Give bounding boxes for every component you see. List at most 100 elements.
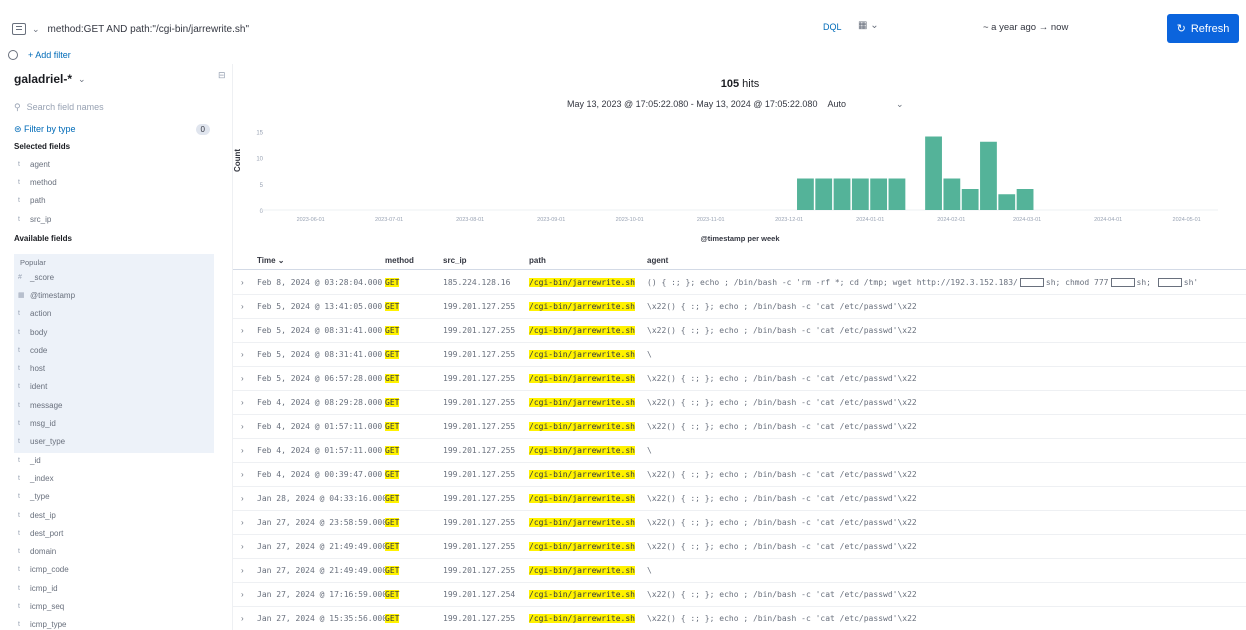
histogram-bar[interactable]: [925, 136, 942, 211]
query-language-toggle[interactable]: DQL: [823, 22, 842, 32]
table-row[interactable]: › Jan 27, 2024 @ 21:49:49.000 GET 199.201.1…: [233, 535, 1246, 559]
column-header-path[interactable]: path: [529, 256, 647, 265]
time-from[interactable]: ~ a year ago: [983, 22, 1036, 33]
field-search-input[interactable]: ⚲ Search field names: [14, 97, 210, 117]
field-name: code: [30, 345, 48, 355]
data-view-selector[interactable]: galadriel-* ⌄: [14, 72, 86, 86]
expand-row-icon[interactable]: ›: [233, 422, 249, 431]
histogram-bar[interactable]: [1016, 189, 1034, 210]
histogram-bar[interactable]: [980, 141, 997, 210]
table-row[interactable]: › Feb 4, 2024 @ 01:57:11.000 GET 199.201.12…: [233, 415, 1246, 439]
column-header-agent[interactable]: agent: [647, 256, 1246, 265]
filter-by-type-button[interactable]: ⊜ Filter by type 0: [14, 120, 210, 138]
field-item-icmpcode[interactable]: t icmp_code: [14, 561, 214, 579]
table-row[interactable]: › Feb 8, 2024 @ 03:28:04.000 GET 185.224.12…: [233, 271, 1246, 295]
field-item-message[interactable]: t message: [14, 396, 214, 414]
field-item-path[interactable]: t path: [14, 192, 214, 210]
field-name: msg_id: [30, 419, 56, 429]
table-row[interactable]: › Jan 27, 2024 @ 15:35:56.000 GET 199.201.1…: [233, 607, 1246, 630]
saved-query-icon[interactable]: [12, 23, 26, 35]
field-item-action[interactable]: t action: [14, 305, 214, 323]
histogram-bar[interactable]: [870, 178, 888, 211]
table-row[interactable]: › Feb 5, 2024 @ 08:31:41.000 GET 199.201.12…: [233, 319, 1246, 343]
x-tick-label: 2023-09-01: [537, 217, 565, 223]
histogram-bar[interactable]: [888, 178, 906, 211]
collapse-sidebar-icon[interactable]: ⊟: [218, 70, 226, 81]
time-to[interactable]: now: [1051, 22, 1068, 33]
table-row[interactable]: › Feb 5, 2024 @ 06:57:28.000 GET 199.201.12…: [233, 367, 1246, 391]
expand-row-icon[interactable]: ›: [233, 590, 249, 599]
calendar-icon[interactable]: ▦ ⌄: [858, 20, 879, 31]
cell-path-highlight: /cgi-bin/jarrewrite.sh: [529, 494, 635, 503]
field-item-srcip[interactable]: t src_ip: [14, 210, 214, 228]
table-row[interactable]: › Feb 4, 2024 @ 01:57:11.000 GET 199.201.12…: [233, 439, 1246, 463]
histogram-bar[interactable]: [833, 178, 851, 211]
table-row[interactable]: › Jan 28, 2024 @ 04:33:16.000 GET 199.201.1…: [233, 487, 1246, 511]
expand-row-icon[interactable]: ›: [233, 446, 249, 455]
column-header-method[interactable]: method: [385, 256, 443, 265]
field-item-domain[interactable]: t domain: [14, 542, 214, 560]
expand-row-icon[interactable]: ›: [233, 494, 249, 503]
cell-method: GET: [385, 542, 443, 551]
interval-select[interactable]: Auto: [827, 99, 846, 110]
expand-row-icon[interactable]: ›: [233, 398, 249, 407]
table-row[interactable]: › Feb 4, 2024 @ 08:29:28.000 GET 199.201.12…: [233, 391, 1246, 415]
field-item-destip[interactable]: t dest_ip: [14, 506, 214, 524]
histogram-bar[interactable]: [851, 178, 869, 211]
expand-row-icon[interactable]: ›: [233, 278, 249, 287]
field-item-msgid[interactable]: t msg_id: [14, 414, 214, 432]
expand-row-icon[interactable]: ›: [233, 518, 249, 527]
expand-row-icon[interactable]: ›: [233, 350, 249, 359]
expand-row-icon[interactable]: ›: [233, 326, 249, 335]
field-item-destport[interactable]: t dest_port: [14, 524, 214, 542]
field-item-icmpid[interactable]: t icmp_id: [14, 579, 214, 597]
expand-row-icon[interactable]: ›: [233, 470, 249, 479]
chevron-down-icon[interactable]: ⌄: [896, 99, 904, 110]
add-filter-button[interactable]: + Add filter: [28, 50, 71, 60]
field-item-host[interactable]: t host: [14, 359, 214, 377]
chevron-down-icon[interactable]: ⌄: [32, 24, 40, 35]
field-item-agent[interactable]: t agent: [14, 155, 214, 173]
time-range-picker[interactable]: ~ a year ago → now: [983, 22, 1068, 33]
field-item-icmptype[interactable]: t icmp_type: [14, 616, 214, 630]
histogram-bar[interactable]: [797, 178, 814, 211]
table-row[interactable]: › Jan 27, 2024 @ 21:49:49.000 GET 199.201.1…: [233, 559, 1246, 583]
query-text[interactable]: method:GET AND path:"/cgi-bin/jarrewrite…: [48, 24, 249, 35]
table-row[interactable]: › Feb 4, 2024 @ 00:39:47.000 GET 199.201.12…: [233, 463, 1246, 487]
field-item-icmpseq[interactable]: t icmp_seq: [14, 597, 214, 615]
histogram-bar[interactable]: [943, 178, 961, 211]
column-header-time[interactable]: Time ⌄: [249, 256, 385, 265]
expand-row-icon[interactable]: ›: [233, 566, 249, 575]
histogram-bar[interactable]: [815, 178, 833, 211]
field-item-score[interactable]: # _score: [14, 268, 214, 286]
field-item-body[interactable]: t body: [14, 323, 214, 341]
field-item-index[interactable]: t _index: [14, 469, 214, 487]
refresh-button[interactable]: ↻ Refresh: [1167, 14, 1239, 43]
chart-y-axis-label: Count: [233, 148, 242, 172]
table-row[interactable]: › Jan 27, 2024 @ 17:16:59.000 GET 199.201.1…: [233, 583, 1246, 607]
query-input[interactable]: ⌄ method:GET AND path:"/cgi-bin/jarrewri…: [8, 14, 958, 44]
expand-row-icon[interactable]: ›: [233, 614, 249, 623]
field-item-timestamp[interactable]: ▦ @timestamp: [14, 286, 214, 304]
expand-row-icon[interactable]: ›: [233, 542, 249, 551]
cell-src-ip: 199.201.127.255: [443, 566, 516, 575]
expand-row-icon[interactable]: ›: [233, 302, 249, 311]
expand-row-icon[interactable]: ›: [233, 374, 249, 383]
histogram-bar[interactable]: [961, 189, 979, 210]
field-item-type[interactable]: t _type: [14, 488, 214, 506]
field-item-id[interactable]: t _id: [14, 451, 214, 469]
field-name: @timestamp: [30, 290, 76, 300]
table-row[interactable]: › Feb 5, 2024 @ 13:41:05.000 GET 199.201.12…: [233, 295, 1246, 319]
field-item-ident[interactable]: t ident: [14, 378, 214, 396]
histogram-bar[interactable]: [998, 194, 1016, 210]
filter-menu-icon[interactable]: [8, 50, 18, 60]
sort-icon[interactable]: ⌄: [278, 256, 285, 265]
table-row[interactable]: › Feb 5, 2024 @ 08:31:41.000 GET 199.201.12…: [233, 343, 1246, 367]
column-header-src-ip[interactable]: src_ip: [443, 256, 529, 265]
table-row[interactable]: › Jan 27, 2024 @ 23:58:59.000 GET 199.201.1…: [233, 511, 1246, 535]
x-tick-label: 2023-10-01: [616, 217, 644, 223]
field-item-code[interactable]: t code: [14, 341, 214, 359]
cell-path-highlight: /cgi-bin/jarrewrite.sh: [529, 350, 635, 359]
field-item-method[interactable]: t method: [14, 173, 214, 191]
field-item-usertype[interactable]: t user_type: [14, 433, 214, 451]
